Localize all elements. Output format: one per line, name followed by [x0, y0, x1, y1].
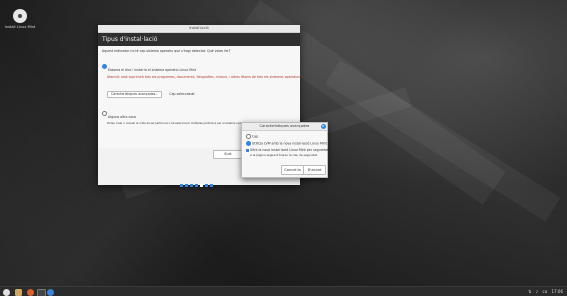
installer-titlebar[interactable]: Instal·lació [98, 25, 300, 33]
radio-something-else[interactable] [102, 111, 107, 116]
clock[interactable]: 17:06 [551, 289, 563, 294]
progress-dot [200, 184, 203, 187]
erase-warning: Atenció: això suprimirà tots els program… [107, 75, 301, 79]
network-icon[interactable]: ⇅ [528, 289, 531, 294]
option-none-label: Cap [252, 134, 259, 139]
quit-button[interactable]: Surt [213, 150, 243, 159]
taskbar: ⇅ ♪ ca 17:06 [0, 286, 567, 296]
page-title: Tipus d'instal·lació [102, 36, 158, 43]
system-tray: ⇅ ♪ ca 17:06 [525, 287, 563, 296]
desktop-icon-label: Install Linux Mint [4, 25, 36, 29]
close-icon[interactable]: × [320, 124, 326, 129]
advanced-features-dialog: Característiques avançades × Cap Utilitz… [241, 122, 328, 178]
dialog-title: Característiques avançades [259, 124, 310, 128]
option-none[interactable]: Cap [246, 134, 258, 139]
option-lvm-label: Utilitza LVM amb la nova instal·lació Li… [252, 141, 327, 146]
progress-dot [195, 184, 198, 187]
installer-taskbar-icon[interactable] [47, 288, 54, 296]
checkbox-encrypt[interactable] [246, 148, 249, 152]
progress-dots [180, 172, 215, 187]
desktop-install-icon[interactable]: Install Linux Mint [4, 9, 36, 29]
option-lvm[interactable]: Utilitza LVM amb la nova instal·lació Li… [246, 141, 327, 146]
menu-icon[interactable] [3, 288, 10, 296]
firefox-icon[interactable] [27, 288, 34, 296]
advanced-selection-status: Cap seleccionat [169, 92, 195, 96]
keyboard-layout[interactable]: ca [543, 289, 548, 294]
radio-none[interactable] [246, 134, 251, 139]
progress-dot [210, 184, 213, 187]
option-encrypt[interactable]: Xifra la nova instal·lació Linux Mint pe… [246, 148, 328, 152]
progress-dot [190, 184, 193, 187]
advanced-features-button[interactable]: Característiques avançades... [107, 90, 163, 98]
progress-dot [180, 184, 183, 187]
ok-button[interactable]: D'acord [303, 165, 326, 175]
option-erase-disk[interactable]: Esborra el disc i instal·la el sistema o… [102, 56, 296, 75]
speaker-icon[interactable]: ♪ [536, 289, 539, 294]
radio-lvm[interactable] [246, 141, 251, 146]
folder-icon[interactable] [15, 288, 22, 296]
encrypt-sublabel: A la pàgina següent triareu la clau de s… [250, 152, 318, 157]
dialog-titlebar[interactable]: Característiques avançades × [242, 123, 327, 131]
option-encrypt-label: Xifra la nova instal·lació Linux Mint pe… [250, 148, 329, 152]
window-title: Instal·lació [189, 26, 209, 30]
progress-dot [205, 184, 208, 187]
install-question: Aquest ordinador no té cap sistema opera… [102, 49, 231, 53]
radio-erase-disk[interactable] [102, 64, 107, 69]
option-something-else-label: Alguna altra cosa [108, 115, 136, 119]
page-header: Tipus d'instal·lació [98, 33, 300, 46]
cancel-button[interactable]: Cancel·la [281, 165, 304, 175]
disc-icon [13, 9, 27, 23]
option-something-else[interactable]: Alguna altra cosa [102, 103, 296, 122]
terminal-icon[interactable] [37, 288, 46, 296]
option-erase-label: Esborra el disc i instal·la el sistema o… [108, 68, 197, 72]
progress-dot [185, 184, 188, 187]
